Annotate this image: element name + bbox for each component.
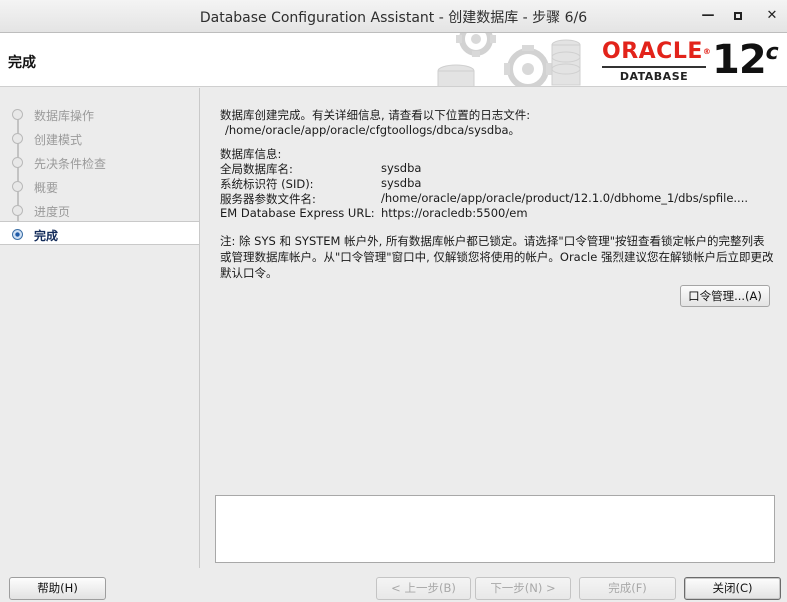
step-dot-icon bbox=[12, 181, 23, 192]
oracle-version-number: 12 bbox=[712, 37, 767, 83]
sidebar-step-label: 数据库操作 bbox=[34, 109, 95, 123]
oracle-version: 12c bbox=[712, 37, 779, 86]
oracle-product-text: DATABASE bbox=[619, 70, 689, 83]
sidebar-step-label: 完成 bbox=[34, 229, 59, 243]
sidebar-step-progress[interactable]: 进度页 bbox=[0, 198, 199, 222]
logo-divider bbox=[602, 66, 706, 68]
back-button[interactable]: < 上一步(B) bbox=[376, 577, 471, 600]
info-value-spfile: /home/oracle/app/oracle/product/12.1.0/d… bbox=[381, 191, 749, 205]
active-step-dot-icon bbox=[12, 229, 23, 240]
message-area bbox=[215, 495, 775, 563]
account-lock-note: 注: 除 SYS 和 SYSTEM 帐户外, 所有数据库帐户都已锁定。请选择"口… bbox=[220, 234, 774, 280]
finish-button[interactable]: 完成(F) bbox=[579, 577, 676, 600]
step-dot-icon bbox=[12, 109, 23, 120]
info-value-em-url: https://oracledb:5500/em bbox=[381, 206, 528, 220]
oracle-brand-text: ORACLE bbox=[602, 39, 703, 64]
close-button[interactable]: 关闭(C) bbox=[684, 577, 781, 600]
window-titlebar: Database Configuration Assistant - 创建数据库… bbox=[0, 0, 787, 33]
page-title: 完成 bbox=[8, 55, 36, 71]
window-title: Database Configuration Assistant - 创建数据库… bbox=[199, 10, 588, 26]
oracle-version-suffix: c bbox=[765, 40, 779, 65]
info-label-em-url: EM Database Express URL: bbox=[220, 206, 375, 220]
step-dot-icon bbox=[12, 133, 23, 144]
log-file-path: /home/oracle/app/oracle/cfgtoollogs/dbca… bbox=[225, 123, 521, 137]
step-dot-icon bbox=[12, 205, 23, 216]
sidebar-step-label: 先决条件检查 bbox=[34, 157, 107, 171]
gear-decoration-icon bbox=[437, 33, 581, 86]
sidebar-step-label: 概要 bbox=[34, 181, 59, 195]
database-info-heading: 数据库信息: bbox=[220, 147, 282, 161]
minimize-icon[interactable]: — bbox=[698, 6, 718, 26]
oracle-logo: ORACLE® DATABASE bbox=[602, 41, 712, 83]
close-window-icon[interactable]: ✕ bbox=[762, 6, 782, 26]
info-label-sid: 系统标识符 (SID): bbox=[220, 177, 314, 191]
sidebar-step-prerequisite-checks[interactable]: 先决条件检查 bbox=[0, 150, 199, 174]
help-button[interactable]: 帮助(H) bbox=[9, 577, 106, 600]
info-label-spfile: 服务器参数文件名: bbox=[220, 192, 316, 206]
password-management-button[interactable]: 口令管理...(A) bbox=[680, 285, 770, 307]
info-value-sid: sysdba bbox=[381, 176, 422, 190]
info-value-global-db-name: sysdba bbox=[381, 161, 422, 175]
registered-mark: ® bbox=[702, 47, 712, 56]
next-button[interactable]: 下一步(N) > bbox=[475, 577, 571, 600]
sidebar-step-database-operation[interactable]: 数据库操作 bbox=[0, 102, 199, 126]
sidebar-step-label: 进度页 bbox=[34, 205, 71, 219]
main-content: 数据库创建完成。有关详细信息, 请查看以下位置的日志文件: /home/orac… bbox=[201, 88, 787, 568]
sidebar-step-summary[interactable]: 概要 bbox=[0, 174, 199, 198]
sidebar-step-label: 创建模式 bbox=[34, 133, 83, 147]
sidebar-step-creation-mode[interactable]: 创建模式 bbox=[0, 126, 199, 150]
sidebar-step-finish[interactable]: 完成 bbox=[0, 221, 199, 245]
maximize-icon[interactable] bbox=[728, 6, 748, 26]
completion-message: 数据库创建完成。有关详细信息, 请查看以下位置的日志文件: bbox=[220, 108, 531, 122]
steps-sidebar: 数据库操作 创建模式 先决条件检查 概要 进度页 完成 bbox=[0, 88, 200, 568]
step-dot-icon bbox=[12, 157, 23, 168]
button-bar: 帮助(H) < 上一步(B) 下一步(N) > 完成(F) 关闭(C) bbox=[0, 568, 787, 602]
page-header: 完成 ORACLE® DATABASE 12c bbox=[0, 33, 787, 87]
info-label-global-db-name: 全局数据库名: bbox=[220, 162, 293, 176]
